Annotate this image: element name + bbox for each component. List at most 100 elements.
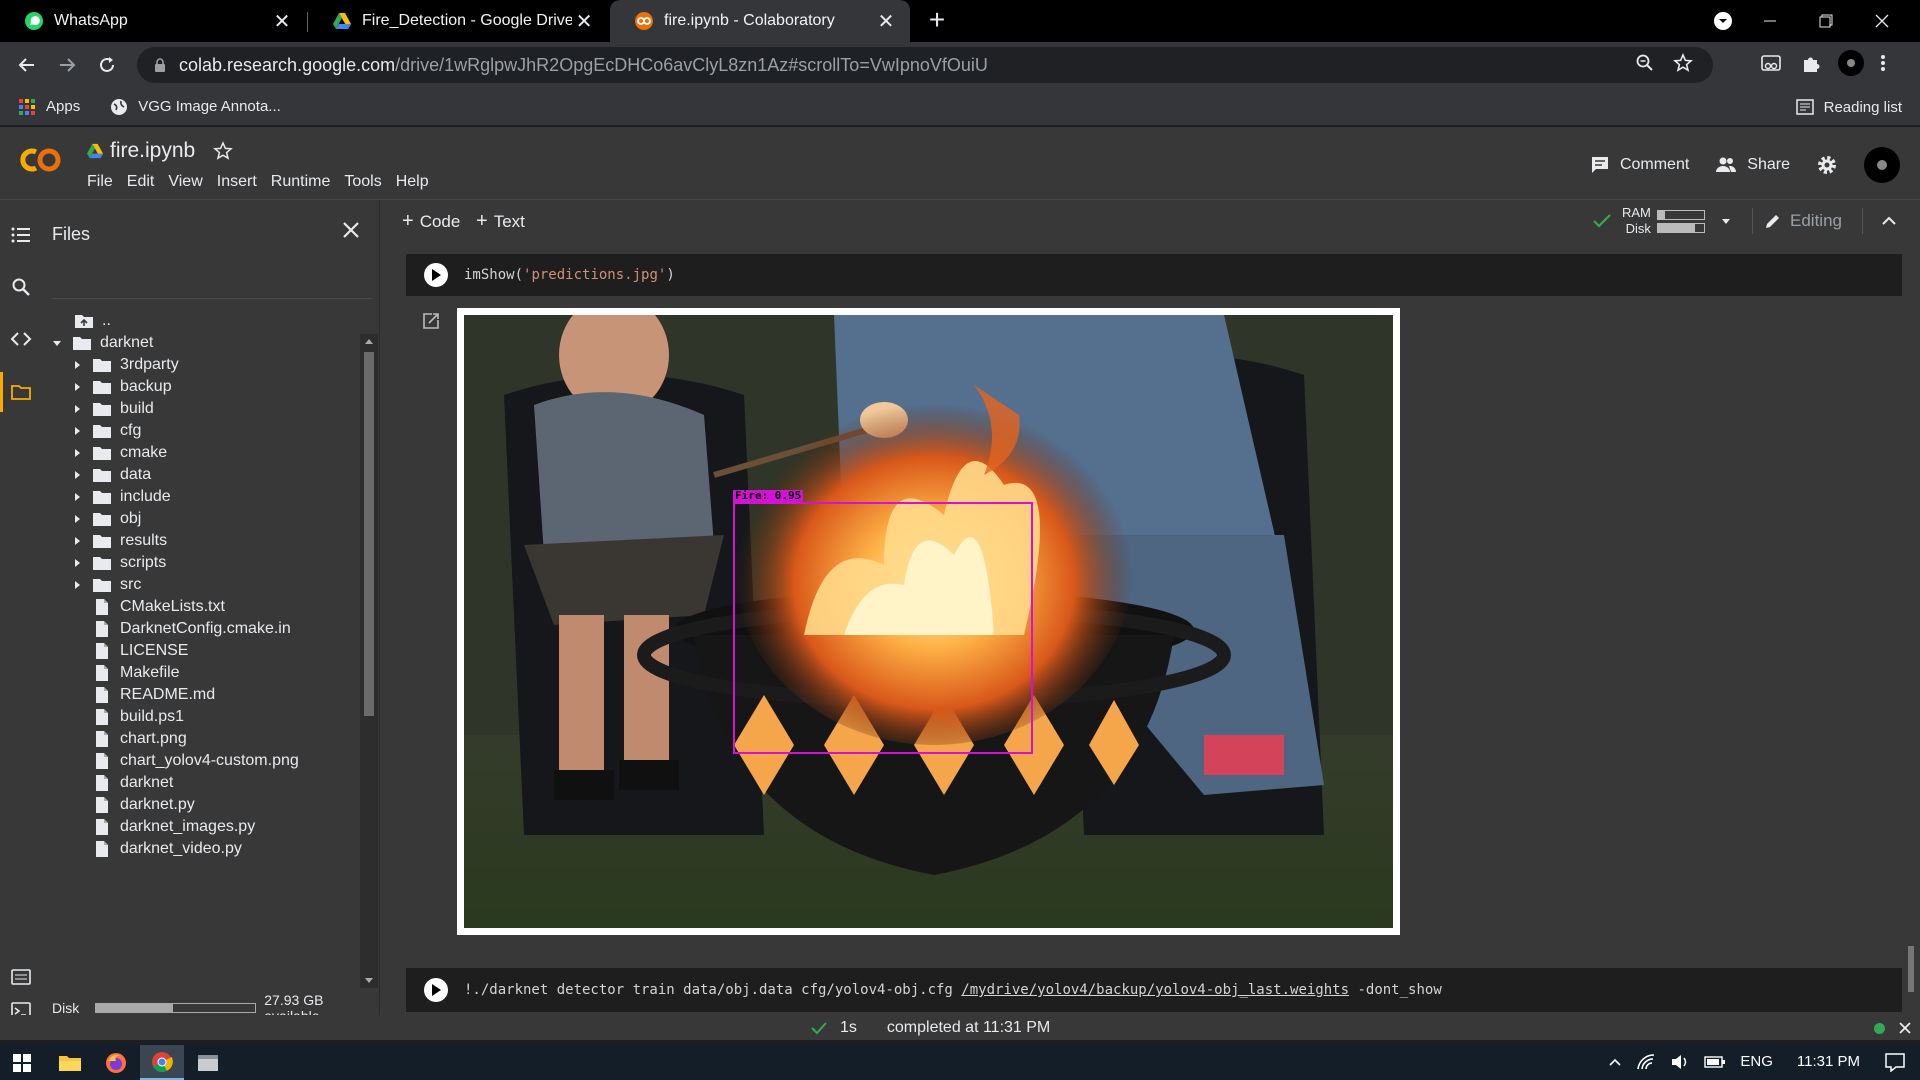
scroll-up-icon[interactable]	[360, 334, 378, 348]
resources-indicator[interactable]: RAM Disk	[1592, 205, 1733, 237]
code-snippets-icon[interactable]	[10, 328, 32, 350]
scroll-down-icon[interactable]	[360, 974, 378, 988]
profile-avatar[interactable]	[1838, 50, 1864, 76]
taskbar-file-explorer[interactable]	[48, 1045, 92, 1080]
code-paren: )	[666, 267, 675, 283]
close-tab-icon[interactable]: ✕	[572, 9, 596, 34]
settings-button[interactable]	[1816, 154, 1838, 176]
scroll-thumb[interactable]	[364, 352, 374, 716]
tab-search-button[interactable]	[1704, 11, 1742, 31]
table-of-contents-icon[interactable]	[10, 224, 32, 246]
close-tab-icon[interactable]: ✕	[874, 9, 898, 34]
run-cell-button[interactable]	[424, 978, 448, 1002]
chevron-down-icon[interactable]	[1719, 214, 1733, 228]
back-button[interactable]	[12, 50, 42, 80]
account-avatar[interactable]	[1864, 147, 1900, 183]
tree-file[interactable]: darknet_video.py	[92, 835, 242, 862]
tab-title: Fire_Detection - Google Drive	[362, 12, 573, 29]
menu-runtime[interactable]: Runtime	[264, 173, 338, 191]
tab-google-drive[interactable]: Fire_Detection - Google Drive ✕	[308, 0, 608, 42]
bookmark-label: VGG Image Annota...	[138, 98, 281, 115]
battery-icon[interactable]	[1704, 1055, 1726, 1069]
search-icon[interactable]	[10, 276, 32, 298]
ram-bar	[1656, 209, 1705, 220]
puzzle-extensions-icon[interactable]	[1800, 52, 1822, 74]
chevron-up-icon[interactable]	[1880, 212, 1898, 230]
menu-view[interactable]: View	[161, 173, 209, 191]
code-command: !./darknet detector train data/obj.data …	[464, 982, 962, 998]
file-explorer-icon	[59, 1055, 81, 1071]
restore-button[interactable]	[1798, 0, 1854, 42]
add-code-button[interactable]: + Code	[402, 210, 460, 233]
forward-button[interactable]	[52, 50, 82, 80]
input-language[interactable]: ENG	[1740, 1053, 1773, 1070]
close-window-button[interactable]	[1854, 0, 1910, 42]
disk-bar-fill	[1657, 223, 1695, 232]
reload-button[interactable]	[92, 50, 122, 80]
notebook-title[interactable]: fire.ipynb	[86, 139, 234, 163]
file-icon	[96, 796, 108, 813]
extension-icon[interactable]	[1760, 52, 1782, 74]
colab-logo-icon[interactable]	[16, 145, 64, 175]
tree-label: include	[120, 487, 171, 505]
close-tab-icon[interactable]: ✕	[270, 9, 294, 34]
ram-bar-fill	[1657, 210, 1665, 219]
share-button[interactable]: Share	[1715, 156, 1790, 174]
reading-list-label: Reading list	[1823, 98, 1902, 116]
command-palette-icon[interactable]	[10, 966, 32, 988]
code-cell-train[interactable]: !./darknet detector train data/obj.data …	[406, 968, 1902, 1012]
taskbar-terminal[interactable]	[186, 1045, 230, 1080]
play-icon	[432, 984, 441, 996]
globe-icon	[111, 98, 128, 115]
menu-tools[interactable]: Tools	[337, 173, 388, 191]
minimize-button[interactable]	[1742, 0, 1798, 42]
volume-icon[interactable]	[1670, 1053, 1690, 1071]
menu-help[interactable]: Help	[389, 173, 436, 191]
tab-colab[interactable]: fire.ipynb - Colaboratory ✕	[610, 0, 910, 42]
caret-right-icon	[75, 536, 80, 545]
comment-button[interactable]: Comment	[1590, 155, 1689, 175]
output-actions-icon[interactable]	[422, 312, 440, 330]
folder-icon[interactable]	[10, 381, 32, 403]
address-bar[interactable]: colab.research.google.com/drive/1wRglpwJ…	[137, 47, 1713, 83]
apps-grid-icon	[19, 98, 35, 115]
notifications-icon[interactable]	[1884, 1052, 1906, 1072]
file-tree-scrollbar[interactable]	[360, 334, 378, 988]
add-text-button[interactable]: + Text	[476, 210, 525, 233]
caret-right-icon	[75, 492, 80, 501]
cell-code[interactable]: imShow('predictions.jpg')	[464, 267, 675, 283]
caret-down-icon	[53, 340, 61, 346]
drive-icon	[87, 143, 103, 159]
tree-label: build	[120, 399, 154, 417]
network-icon[interactable]	[1636, 1053, 1656, 1071]
chevron-up-icon[interactable]	[1608, 1057, 1622, 1067]
menu-file[interactable]: File	[80, 173, 120, 191]
menu-insert[interactable]: Insert	[210, 173, 264, 191]
editing-mode-button[interactable]: Editing	[1764, 211, 1842, 231]
run-cell-button[interactable]	[424, 263, 448, 287]
menu-edit[interactable]: Edit	[120, 173, 162, 191]
close-icon[interactable]	[339, 218, 363, 242]
editing-label: Editing	[1790, 211, 1842, 230]
zoom-icon[interactable]	[1635, 53, 1655, 73]
taskbar-chrome[interactable]	[140, 1045, 184, 1080]
bookmark-vgg[interactable]: VGG Image Annota...	[110, 98, 281, 116]
reading-list-button[interactable]: Reading list	[1795, 88, 1902, 126]
code-weights-path[interactable]: /mydrive/yolov4/backup/yolov4-obj_last.w…	[961, 982, 1349, 998]
tab-whatsapp[interactable]: WhatsApp ✕	[0, 0, 306, 42]
star-icon[interactable]	[213, 141, 234, 161]
kebab-menu-icon[interactable]	[1880, 53, 1886, 73]
start-button[interactable]	[0, 1045, 44, 1080]
tree-label: CMakeLists.txt	[120, 597, 225, 615]
taskbar-firefox[interactable]	[94, 1045, 138, 1080]
cell-code[interactable]: !./darknet detector train data/obj.data …	[464, 982, 1442, 998]
tree-label: LICENSE	[120, 641, 189, 659]
notebook-scroll-thumb[interactable]	[1908, 946, 1914, 992]
close-icon[interactable]	[1898, 1021, 1912, 1035]
new-tab-button[interactable]: +	[922, 6, 952, 36]
code-cell-imshow[interactable]: imShow('predictions.jpg')	[406, 254, 1902, 296]
caret-right-icon	[75, 514, 80, 523]
star-bookmark-icon[interactable]	[1673, 53, 1693, 73]
taskbar-clock[interactable]: 11:31 PM	[1797, 1053, 1860, 1070]
bookmark-apps[interactable]: Apps	[18, 98, 80, 116]
